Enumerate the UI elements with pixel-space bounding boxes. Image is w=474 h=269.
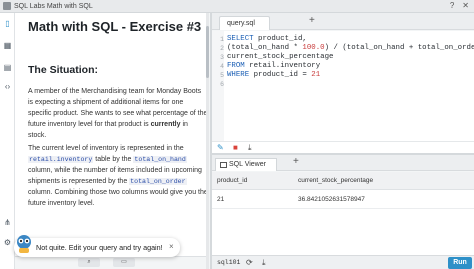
code-line: SELECT product_id,: [227, 35, 307, 43]
row-divider: [212, 208, 474, 209]
inventory-paragraph: The current level of inventory is repres…: [28, 145, 208, 207]
code-total-on-hand: total_on_hand: [133, 156, 187, 163]
table-cell: 21: [217, 196, 225, 203]
help-icon[interactable]: ?: [450, 1, 454, 10]
code-retail-inventory: retail.inventory: [28, 156, 94, 163]
code-line: WHERE product_id = 21: [227, 71, 321, 79]
line-number: 3: [220, 54, 224, 61]
lesson-footer: [15, 256, 206, 269]
app-logo-icon: [3, 2, 11, 10]
delete-icon[interactable]: ■: [233, 143, 238, 153]
tab-sql-viewer[interactable]: SQL Viewer: [215, 158, 277, 171]
line-number: 2: [220, 45, 224, 52]
tab-label: query.sql: [227, 20, 255, 27]
left-rail: ▯ ▦ ▤ ‹› ⋔ ⚙: [0, 13, 15, 269]
share-icon[interactable]: ⋔: [3, 218, 12, 227]
connection-label: sql101: [217, 259, 241, 266]
code-line: FROM retail.inventory: [227, 62, 321, 70]
add-tab-icon[interactable]: +: [309, 15, 315, 26]
lesson-title: Math with SQL - Exercise #3: [28, 19, 202, 34]
code-total-on-order: total_on_order: [129, 178, 187, 185]
download-icon[interactable]: ⤓: [248, 143, 252, 153]
app-window: SQL Labs Math with SQL ? ✕ ▯ ▦ ▤ ‹› ⋔ ⚙ …: [0, 0, 474, 269]
download-icon[interactable]: ⤓: [262, 258, 266, 268]
line-number: 6: [220, 81, 224, 88]
section-heading: The Situation:: [28, 64, 98, 76]
lesson-scroll-thumb[interactable]: [206, 26, 209, 78]
run-button[interactable]: Run: [448, 257, 472, 269]
tab-query-sql[interactable]: query.sql: [219, 16, 270, 30]
table-cell: 36.8421052631578947: [298, 196, 365, 203]
edit-icon[interactable]: ✎: [217, 143, 224, 153]
code-line: (total_on_hand * 100.0) / (total_on_hand…: [227, 44, 474, 52]
toast-close-icon[interactable]: ×: [169, 242, 174, 251]
editor-toolbar: ✎ ■ ⤓: [212, 141, 474, 153]
grid-icon: [220, 162, 227, 168]
line-number: 4: [220, 63, 224, 70]
chart-icon[interactable]: ▤: [3, 63, 12, 72]
title-bar: SQL Labs Math with SQL ? ✕: [0, 0, 474, 13]
feedback-toast: Not quite. Edit your query and try again…: [14, 235, 180, 257]
settings-icon[interactable]: ⚙: [3, 238, 12, 247]
line-number: 5: [220, 72, 224, 79]
column-header[interactable]: current_stock_percentage: [298, 177, 373, 184]
tab-label: SQL Viewer: [229, 161, 266, 168]
window-title: SQL Labs Math with SQL: [14, 2, 93, 10]
code-editor[interactable]: 1 2 3 4 5 6 SELECT product_id, (total_on…: [212, 31, 474, 141]
column-header[interactable]: product_id: [217, 177, 247, 184]
close-window-icon[interactable]: ✕: [462, 1, 469, 10]
refresh-icon[interactable]: ⟳: [246, 258, 253, 267]
toast-message: Not quite. Edit your query and try again…: [36, 243, 163, 252]
add-viewer-tab-icon[interactable]: +: [293, 156, 299, 167]
code-icon[interactable]: ‹›: [3, 82, 12, 91]
results-table: product_id current_stock_percentage 21 3…: [212, 172, 474, 255]
line-number: 1: [220, 36, 224, 43]
mascot-icon: [17, 235, 31, 253]
book-icon[interactable]: ▯: [3, 19, 12, 28]
situation-paragraph: A member of the Merchandising team for M…: [28, 88, 208, 139]
zoom-button[interactable]: ⌕: [78, 258, 100, 267]
table-icon[interactable]: ▦: [3, 41, 12, 50]
results-tabs: SQL Viewer +: [212, 155, 474, 171]
bottom-bar: sql101 ⟳ ⤓ Run: [212, 255, 474, 269]
expand-button[interactable]: ▭: [113, 258, 135, 267]
lesson-panel: Math with SQL - Exercise #3 The Situatio…: [15, 13, 209, 269]
code-line: current_stock_percentage: [227, 53, 334, 61]
table-header: product_id current_stock_percentage: [212, 172, 474, 190]
editor-tabs: query.sql +: [212, 13, 474, 30]
